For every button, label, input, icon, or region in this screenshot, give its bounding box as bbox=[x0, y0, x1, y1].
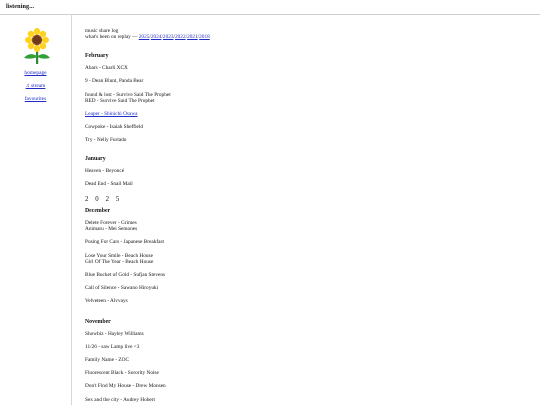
song-line: Sex and the city - Audrey Hobert bbox=[85, 396, 156, 403]
sidebar: homepage ♫ stream favourites bbox=[0, 14, 71, 405]
song-line: Velveteen - Alvvays bbox=[85, 298, 128, 305]
nav-favourites-row: favourites bbox=[0, 96, 71, 102]
list-item: found & lost - Survive Said The Prophet … bbox=[85, 92, 525, 104]
song-line: Blue Bucket of Gold - Sufjan Stevens bbox=[85, 272, 166, 279]
list-item: Showbiz - Hayley Williams bbox=[85, 331, 525, 337]
song-line: Try - Nelly Furtado bbox=[85, 137, 127, 144]
list-item: Don't Find My House - Drew Monsen bbox=[85, 383, 525, 389]
list-item: Velveteen - Alvvays bbox=[85, 298, 525, 304]
list-item: Posing For Cars - Japanese Breakfast bbox=[85, 239, 525, 245]
month-heading-january: January bbox=[85, 155, 106, 162]
list-item: Delete Forever - Grimes Animaru - Mei Se… bbox=[85, 220, 525, 232]
sidebar-divider bbox=[71, 14, 72, 405]
nav-stream-row: ♫ stream bbox=[0, 83, 71, 89]
year-link-2018[interactable]: 2018 bbox=[199, 34, 210, 40]
nav-favourites-link[interactable]: favourites bbox=[25, 96, 47, 102]
song-line: Posing For Cars - Japanese Breakfast bbox=[85, 239, 164, 246]
year-link-2024[interactable]: 2024 bbox=[151, 34, 162, 40]
list-item: Heaven - Beyoncé bbox=[85, 168, 525, 174]
song-line: 9 - Dean Blunt, Panda Bear bbox=[85, 78, 144, 85]
top-bar: listening... bbox=[0, 0, 540, 15]
song-line: Dead End - Snail Mail bbox=[85, 180, 133, 187]
list-item: Family Name - ZOC bbox=[85, 357, 525, 363]
year-link-2025[interactable]: 2025 bbox=[139, 34, 150, 40]
list-item: Sex and the city - Audrey Hobert bbox=[85, 397, 525, 403]
main-content: music share log what's been on replay — … bbox=[85, 28, 525, 410]
song-link[interactable]: Leaper - Shinichi Osawa bbox=[85, 111, 138, 117]
song-line: Don't Find My House - Drew Monsen bbox=[85, 383, 166, 390]
list-item: 9 - Dean Blunt, Panda Bear bbox=[85, 78, 525, 84]
nav-homepage-row: homepage bbox=[0, 70, 71, 76]
year-link-2023[interactable]: 2023 bbox=[163, 34, 174, 40]
list-item: Call of Silence - Sawano Hiroyuki bbox=[85, 285, 525, 291]
song-line: Cowpoke - Isaiah Sheffield bbox=[85, 124, 144, 131]
year-links-prefix: what's been on replay — bbox=[85, 34, 139, 41]
list-item: Dead End - Snail Mail bbox=[85, 181, 525, 187]
nav-stream-link[interactable]: ♫ stream bbox=[26, 83, 46, 89]
year-link-2022[interactable]: 2022 bbox=[175, 34, 186, 40]
year-links: 2025/2024/2023/2022/2021/2018 bbox=[138, 34, 210, 41]
list-item: 11/26 - saw Lamp live <3 bbox=[85, 344, 525, 350]
song-line: RED - Survive Said The Prophet bbox=[85, 97, 155, 104]
month-heading-december: December bbox=[85, 208, 111, 215]
year-link-2021[interactable]: 2021 bbox=[187, 34, 198, 40]
list-item: Fluorescent Black - Sorority Noise bbox=[85, 370, 525, 376]
list-item: Blue Bucket of Gold - Sufjan Stevens bbox=[85, 272, 525, 278]
song-line: Girl Of The Year - Beach House bbox=[85, 258, 154, 265]
list-item: Try - Nelly Furtado bbox=[85, 137, 525, 143]
list-item: Leaper - Shinichi Osawa bbox=[85, 111, 525, 117]
site-title: listening... bbox=[6, 3, 35, 10]
list-item: Cowpoke - Isaiah Sheffield bbox=[85, 124, 525, 130]
song-line: Call of Silence - Sawano Hiroyuki bbox=[85, 285, 159, 292]
sunflower-icon bbox=[22, 28, 52, 66]
year-separator: 2 0 2 5 bbox=[85, 196, 122, 204]
nav-homepage-link[interactable]: homepage bbox=[24, 70, 46, 76]
song-line: Abars - Charli XCX bbox=[85, 65, 128, 72]
song-line: Showbiz - Hayley Williams bbox=[85, 330, 144, 337]
year-links-line: what's been on replay — 2025/2024/2023/2… bbox=[85, 34, 525, 40]
song-line: 11/26 - saw Lamp live <3 bbox=[85, 343, 140, 350]
song-line: Family Name - ZOC bbox=[85, 357, 129, 364]
song-line: Heaven - Beyoncé bbox=[85, 167, 125, 174]
song-line: Animaru - Mei Semones bbox=[85, 226, 138, 233]
song-line: Fluorescent Black - Sorority Noise bbox=[85, 370, 159, 377]
month-heading-february: February bbox=[85, 53, 109, 60]
list-item: Abars - Charli XCX bbox=[85, 65, 525, 71]
list-item: Lose Your Smile - Beach House Girl Of Th… bbox=[85, 253, 525, 265]
month-heading-november: November bbox=[85, 318, 111, 325]
